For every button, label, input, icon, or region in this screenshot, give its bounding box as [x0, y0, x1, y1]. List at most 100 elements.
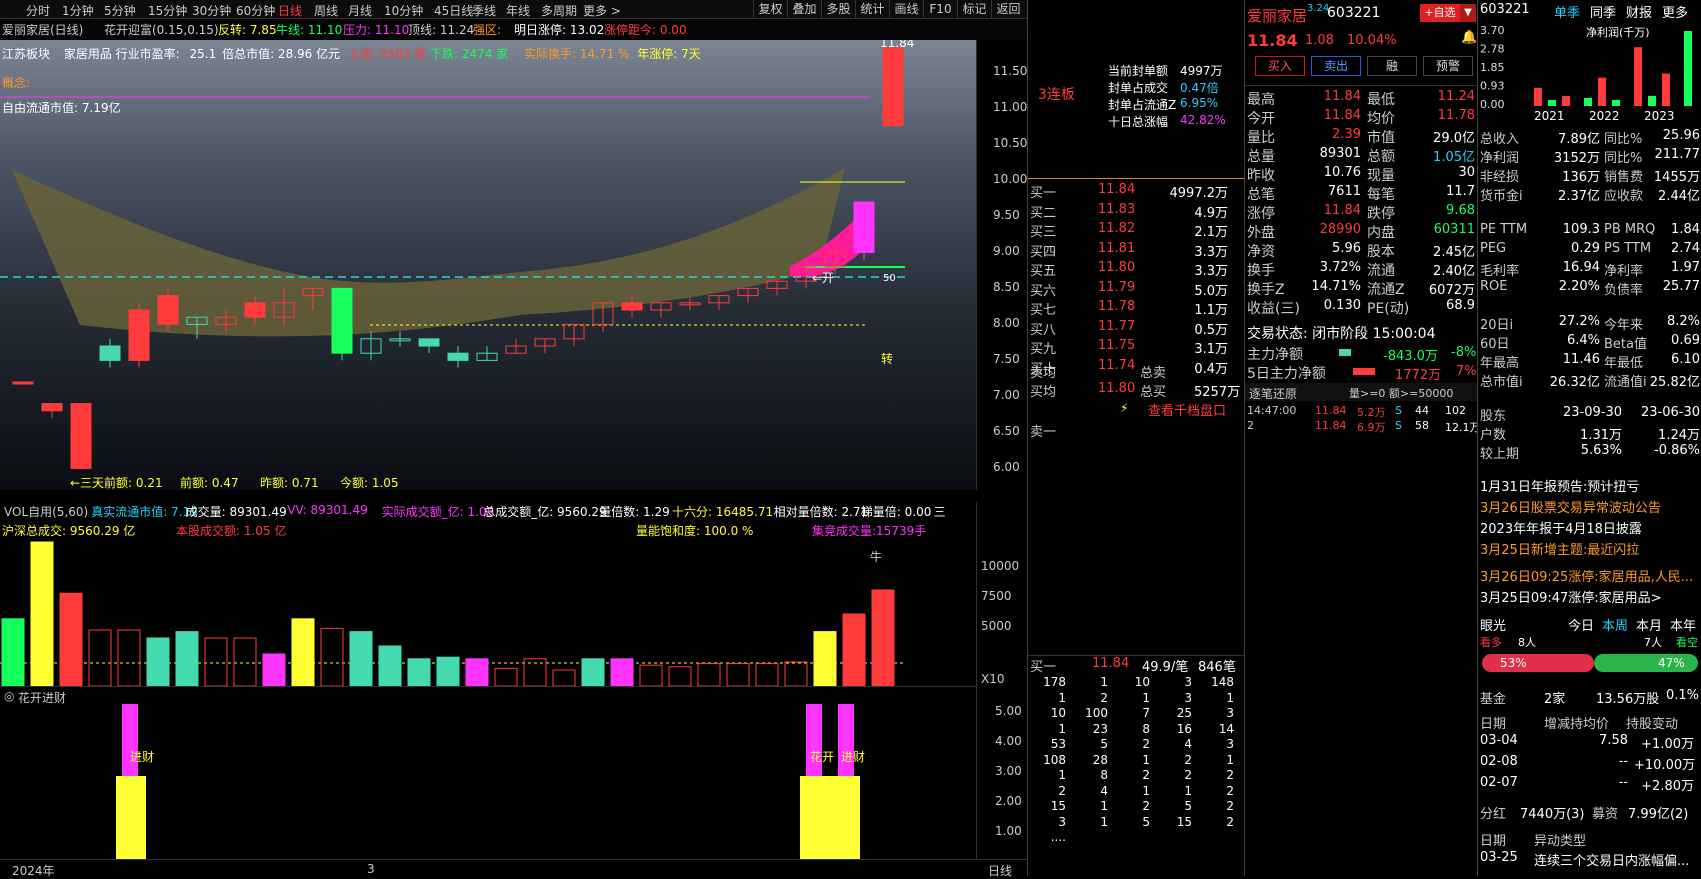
fund-cell: 2家 [1544, 692, 1566, 707]
tick-filter[interactable]: 量>=0 额>=50000 [1349, 385, 1453, 401]
prev-label: 前额: 0.47 [180, 475, 239, 490]
quote-value: 14.71% [1311, 279, 1361, 294]
toolbar-btn-2[interactable]: 多股 [821, 0, 855, 19]
toolbar-btn-1[interactable]: 叠加 [787, 0, 821, 19]
toolbar-btn-0[interactable]: 复权 [753, 0, 787, 19]
tick-replay-title[interactable]: 逐笔还原 [1249, 385, 1297, 402]
fd-value: 25.82亿 [1649, 375, 1700, 390]
info-row: 江苏板块 家居用品 行业市盈率: 25.1 倍总市值: 28.96 亿元 上涨:… [2, 45, 701, 62]
bell-icon[interactable]: 🔔 [1461, 30, 1477, 45]
abn-hdr: 日期 [1480, 834, 1507, 849]
vision-tab-0[interactable]: 今日 [1568, 615, 1594, 634]
news-item[interactable]: 3月25日09:47涨停:家居用品> [1480, 587, 1662, 606]
fd-value: 2.74 [1671, 241, 1700, 256]
volume-chart[interactable]: 沪深总成交: 9560.29 亿 本股成交额: 1.05 亿 量能饱和度: 10… [0, 518, 976, 686]
queue-cell: 1 [1184, 783, 1192, 798]
bid-volume-8[interactable]: 3.1万 [1144, 338, 1228, 357]
timeframe-3[interactable]: 15分钟 [148, 2, 187, 19]
price-tick-11: 6.00 [993, 460, 1020, 475]
queue-cell: 1 [1142, 690, 1150, 705]
quote-label: 总笔 [1247, 187, 1275, 203]
vision-tab-3[interactable]: 本年 [1670, 615, 1696, 634]
hold-cell: 7.58 [1599, 733, 1628, 748]
huakai-label: 花开 [810, 750, 835, 764]
timeframe-0[interactable]: 分时 [26, 2, 50, 19]
order-divider [1028, 178, 1245, 179]
queue-cell: 23 [1092, 721, 1108, 736]
news-item[interactable]: 2023年年报于4月18日披露 [1480, 518, 1642, 537]
bid-volume-1[interactable]: 4.9万 [1144, 202, 1228, 221]
up-count: 上涨: 2503 家 [347, 47, 427, 61]
abn-cell[interactable]: 03-25 [1480, 850, 1518, 865]
formula-name[interactable]: 花开迎富(0.15,0.15) [104, 21, 219, 38]
huakai-header: ◎ 花开进财 [0, 686, 976, 705]
kline-chart[interactable]: 11.84 ←三天前额: 0.21 前额: 0.47 昨额: 0.71 今额: 1.05… [0, 40, 976, 490]
volume-saturation: 量能饱和度: 100.0 % [636, 524, 754, 538]
timeframe-13[interactable]: 多周期 [541, 2, 577, 19]
queue-cell: 1 [1142, 783, 1150, 798]
bull-mark: 牛 [870, 550, 883, 564]
toolbar-btn-4[interactable]: 画线 [889, 0, 923, 19]
timeframe-11[interactable]: 季线 [472, 2, 496, 19]
quote-label: 昨收 [1247, 168, 1275, 184]
news-item[interactable]: 1月31日年报预告:预计扭亏 [1480, 476, 1639, 495]
profit-bar [1534, 87, 1542, 106]
add-watch-button[interactable]: +自选 [1420, 4, 1460, 22]
news-item[interactable]: 3月26日股票交易异常波动公告 [1480, 497, 1661, 516]
bid-volume-7[interactable]: 0.5万 [1144, 319, 1228, 338]
toolbar-btn-5[interactable]: F10 [923, 0, 957, 19]
timeframe-8[interactable]: 月线 [348, 2, 372, 19]
fd-label: 流通值i [1604, 375, 1647, 390]
toolbar-btn-3[interactable]: 统计 [855, 0, 889, 19]
bid-volume-0[interactable]: 4997.2万 [1144, 182, 1229, 201]
abn-cell[interactable]: 连续三个交易日内涨幅偏... [1534, 850, 1689, 869]
news-item[interactable]: 3月26日09:25涨停:家居用品,人民... [1480, 566, 1693, 585]
quote-value: 2.40亿 [1433, 264, 1475, 279]
margin-button[interactable]: 融 [1367, 56, 1417, 76]
vision-tab-2[interactable]: 本月 [1636, 615, 1662, 634]
vol-bar [465, 658, 489, 686]
news-item[interactable]: 3月25日新增主题:最近闪拉 [1480, 539, 1639, 558]
kline-svg: 11.84 ←三天前额: 0.21 前额: 0.47 昨额: 0.71 今额: 1.05… [0, 40, 914, 490]
timeframe-12[interactable]: 年线 [506, 2, 530, 19]
timeframe-6[interactable]: 日线 [278, 2, 302, 19]
timeframe-7[interactable]: 周线 [314, 2, 338, 19]
timeframe-14[interactable]: 更多 > [583, 2, 621, 19]
bid-label-4: 买五 [1030, 264, 1057, 279]
sell-button[interactable]: 卖出 [1311, 56, 1361, 76]
bid-volume-4[interactable]: 3.3万 [1144, 260, 1228, 279]
toolbar-btn-6[interactable]: 标记 [957, 0, 991, 19]
alert-button[interactable]: 预警 [1423, 56, 1473, 76]
timeframe-4[interactable]: 30分钟 [192, 2, 231, 19]
queue-cell: 4 [1100, 783, 1108, 798]
thousand-depth-link[interactable]: 查看千档盘口 [1148, 400, 1226, 419]
timeframe-10[interactable]: 45日线 [434, 2, 473, 19]
dividend-cell: 7440万(3) [1520, 807, 1585, 822]
hk-tick-0: 5.00 [995, 704, 1022, 718]
bid-volume-5[interactable]: 5.0万 [1144, 280, 1228, 299]
timeframe-2[interactable]: 5分钟 [104, 2, 136, 19]
bid-label-8: 买九 [1030, 342, 1057, 357]
vol-bar [146, 637, 170, 686]
bull-label: 看多 [1480, 636, 1502, 649]
queue-cell: 15 [1050, 799, 1066, 813]
seal-value-3: 42.82% [1180, 113, 1226, 127]
timeframe-5[interactable]: 60分钟 [236, 2, 275, 19]
timeframe-9[interactable]: 10分钟 [384, 2, 423, 19]
fd-value: 0.69 [1671, 333, 1700, 348]
ask1-label: 卖一 [1030, 425, 1057, 440]
buy-button[interactable]: 买入 [1255, 56, 1305, 76]
queue-cell: 1 [1058, 768, 1066, 782]
fd-label: PEG [1480, 241, 1507, 256]
bid-volume-6[interactable]: 1.1万 [1144, 299, 1228, 318]
bid-label-0: 买一 [1030, 186, 1057, 201]
fd-value: 25.96 [1662, 128, 1700, 143]
timeframe-1[interactable]: 1分钟 [62, 2, 94, 19]
quote-value: 1.05亿 [1433, 150, 1475, 165]
huakai-chart[interactable]: 进财 花开 进财 [0, 704, 976, 859]
watch-dropdown-icon[interactable]: ▼ [1460, 4, 1476, 22]
bid-volume-3[interactable]: 3.3万 [1144, 241, 1228, 260]
toolbar-btn-7[interactable]: 返回 [991, 0, 1025, 19]
vision-tab-1[interactable]: 本周 [1602, 615, 1628, 634]
bid-volume-2[interactable]: 2.1万 [1144, 221, 1228, 240]
